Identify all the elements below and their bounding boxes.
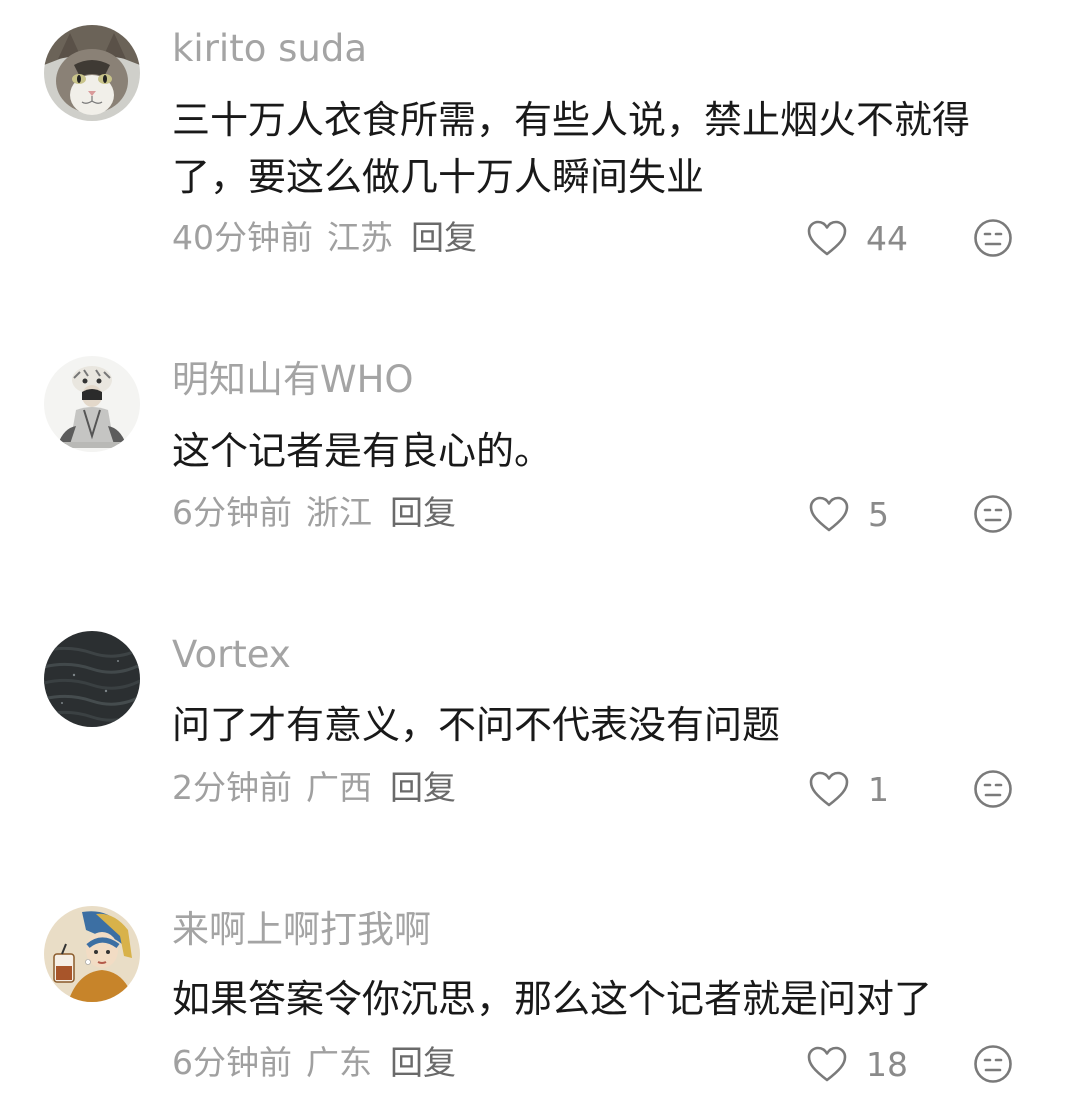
user-avatar[interactable] [44,25,140,121]
dark-water-avatar-icon [44,631,140,727]
heart-outline-icon [809,496,849,532]
comment-meta: 6分钟前 浙江 回复 [172,493,470,533]
comment-location: 广西 [306,768,372,807]
girl-pearl-earring-avatar-icon [44,906,140,1002]
comment-meta: 6分钟前 广东 回复 [172,1043,470,1083]
username[interactable]: Vortex [172,633,291,677]
reply-button[interactable]: 回复 [390,1043,456,1082]
heart-outline-icon [807,1046,847,1082]
heart-outline-icon [809,771,849,807]
dislike-button[interactable] [973,494,1013,534]
reply-button[interactable]: 回复 [411,218,477,257]
comment-text: 三十万人衣食所需，有些人说，禁止烟火不就得了，要这么做几十万人瞬间失业 [172,98,971,199]
comment-meta: 2分钟前 广西 回复 [172,768,470,808]
reply-button[interactable]: 回复 [390,768,456,807]
like-button[interactable]: 44 [806,216,908,260]
meh-face-icon [974,1045,1012,1083]
username[interactable]: 明知山有WHO [172,358,414,402]
like-button[interactable]: 1 [808,767,908,811]
user-avatar[interactable] [44,356,140,452]
meh-face-icon [974,770,1012,808]
cat-avatar-icon [44,25,140,121]
like-button[interactable]: 18 [806,1042,908,1086]
user-avatar[interactable] [44,631,140,727]
comment-time: 40分钟前 [172,218,313,257]
username[interactable]: kirito suda [172,27,367,71]
meh-face-icon [974,219,1012,257]
comment-time: 6分钟前 [172,493,292,532]
like-count: 44 [866,218,908,258]
comment-text: 这个记者是有良心的。 [172,429,553,473]
like-count: 5 [868,494,889,534]
comment-time: 6分钟前 [172,1043,292,1082]
comment-text: 问了才有意义，不问不代表没有问题 [172,703,781,747]
tiger-person-avatar-icon [44,356,140,452]
heart-outline-icon [807,220,847,256]
dislike-button[interactable] [973,769,1013,809]
comment-text: 如果答案令你沉思，那么这个记者就是问对了 [172,977,933,1021]
reply-button[interactable]: 回复 [390,493,456,532]
dislike-button[interactable] [973,218,1013,258]
comment-location: 广东 [306,1043,372,1082]
like-button[interactable]: 5 [808,492,908,536]
user-avatar[interactable] [44,906,140,1002]
like-count: 1 [868,769,889,809]
comment-location: 江苏 [327,218,393,257]
comment-location: 浙江 [306,493,372,532]
comment-meta: 40分钟前 江苏 回复 [172,218,491,258]
comment-time: 2分钟前 [172,768,292,807]
like-count: 18 [866,1044,908,1084]
meh-face-icon [974,495,1012,533]
username[interactable]: 来啊上啊打我啊 [172,908,431,952]
dislike-button[interactable] [973,1044,1013,1084]
